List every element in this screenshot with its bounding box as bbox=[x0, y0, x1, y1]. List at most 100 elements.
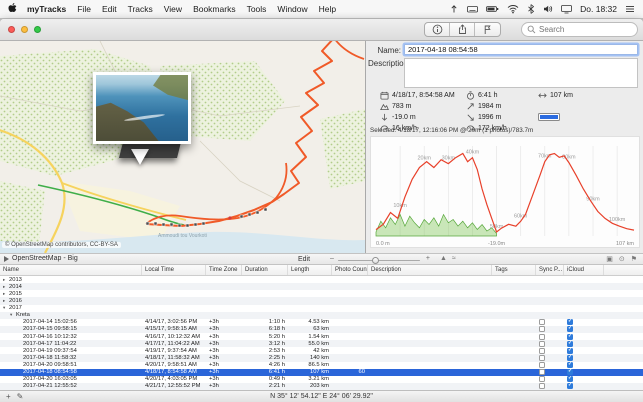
cell bbox=[492, 312, 536, 319]
column-header-local-time[interactable]: Local Time bbox=[142, 265, 206, 275]
zoom-in-icon[interactable]: + bbox=[426, 255, 430, 262]
bluetooth-icon[interactable] bbox=[527, 4, 535, 14]
column-header-time-zone[interactable]: Time Zone bbox=[206, 265, 242, 275]
menu-file[interactable]: File bbox=[77, 4, 91, 14]
icloud-checkbox[interactable]: ✓ bbox=[567, 348, 573, 354]
table-row-2017-04-20 09:58:51[interactable]: 2017-04-20 09:58:514/20/17, 9:58:51 AM+3… bbox=[0, 362, 643, 369]
table-row-2017-04-16 10:12:32[interactable]: 2017-04-16 10:12:324/16/17, 10:12:32 AM+… bbox=[0, 333, 643, 340]
photo-frame[interactable] bbox=[93, 72, 191, 144]
zoom-out-icon[interactable]: – bbox=[330, 255, 334, 262]
column-header-length[interactable]: Length bbox=[288, 265, 332, 275]
table-row-2017-04-19 09:37:54[interactable]: 2017-04-19 09:37:544/19/17, 9:37:54 AM+3… bbox=[0, 347, 643, 354]
elevation-chart[interactable]: 10km20km30km40km50km60km70km80km90km100k… bbox=[370, 136, 640, 248]
track-name-input[interactable] bbox=[404, 44, 638, 55]
sync-checkbox[interactable] bbox=[539, 369, 545, 375]
sync-checkbox[interactable] bbox=[539, 348, 545, 354]
cell bbox=[206, 312, 242, 319]
display-icon[interactable] bbox=[561, 4, 572, 14]
wifi-icon[interactable] bbox=[507, 4, 519, 14]
flag-button[interactable] bbox=[475, 23, 500, 36]
sync-checkbox[interactable] bbox=[539, 326, 545, 332]
edit-mode-button[interactable]: Edit bbox=[298, 256, 310, 263]
table-row-2017-04-14 15:02:56[interactable]: 2017-04-14 15:02:564/14/17, 3:02:56 PM+3… bbox=[0, 319, 643, 326]
column-header-name[interactable]: Name bbox=[0, 265, 142, 275]
table-row-Kreta[interactable]: ▾Kreta bbox=[0, 312, 643, 319]
cell: 4/19/17, 9:37:54 AM bbox=[142, 347, 206, 354]
menu-tracks[interactable]: Tracks bbox=[128, 4, 153, 14]
menu-edit[interactable]: Edit bbox=[102, 4, 117, 14]
notification-center-icon[interactable] bbox=[625, 4, 635, 14]
icloud-checkbox[interactable]: ✓ bbox=[567, 334, 573, 340]
share-button[interactable] bbox=[450, 23, 475, 36]
zoom-button[interactable] bbox=[34, 26, 41, 33]
column-header-tags[interactable]: Tags bbox=[492, 265, 536, 275]
icloud-checkbox[interactable]: ✓ bbox=[567, 383, 573, 389]
photo-popup[interactable] bbox=[93, 72, 197, 150]
table-row-2017-04-20 16:03:05[interactable]: 2017-04-20 16:03:054/20/17, 4:03:05 PM+3… bbox=[0, 376, 643, 383]
track-description-input[interactable] bbox=[404, 58, 638, 88]
sync-checkbox[interactable] bbox=[539, 341, 545, 347]
column-header-icloud[interactable]: iCloud bbox=[564, 265, 604, 275]
menu-help[interactable]: Help bbox=[319, 4, 336, 14]
cell: +3h bbox=[206, 340, 242, 347]
icloud-checkbox[interactable]: ✓ bbox=[567, 376, 573, 382]
speed-profile-toggle-icon[interactable]: ≈ bbox=[452, 255, 456, 262]
menu-window[interactable]: Window bbox=[277, 4, 307, 14]
row-name: 2017-04-17 11:04:22 bbox=[23, 341, 76, 347]
sync-checkbox[interactable] bbox=[539, 383, 545, 389]
menubar-clock[interactable]: Do. 18:32 bbox=[580, 4, 617, 14]
minimize-button[interactable] bbox=[21, 26, 28, 33]
track-color-well[interactable] bbox=[538, 113, 560, 121]
column-header-description[interactable]: Description bbox=[368, 265, 492, 275]
info-button[interactable] bbox=[425, 23, 450, 36]
row-name: 2017-04-21 12:55:52 bbox=[23, 383, 77, 389]
icloud-checkbox[interactable]: ✓ bbox=[567, 319, 573, 325]
table-row-2013[interactable]: ▸2013 bbox=[0, 276, 643, 283]
menu-view[interactable]: View bbox=[164, 4, 182, 14]
column-header-photo-count[interactable]: Photo Count bbox=[332, 265, 368, 275]
sync-checkbox[interactable] bbox=[539, 376, 545, 382]
column-header-duration[interactable]: Duration bbox=[242, 265, 288, 275]
search-input[interactable] bbox=[539, 25, 629, 34]
sync-checkbox[interactable] bbox=[539, 319, 545, 325]
icloud-checkbox[interactable]: ✓ bbox=[567, 341, 573, 347]
table-row-2017-04-17 11:04:22[interactable]: 2017-04-17 11:04:224/17/17, 11:04:22 AM+… bbox=[0, 340, 643, 347]
table-row-2017[interactable]: ▾2017 bbox=[0, 305, 643, 312]
table-row-2015[interactable]: ▸2015 bbox=[0, 290, 643, 297]
icloud-checkbox[interactable]: ✓ bbox=[567, 369, 573, 375]
sync-checkbox[interactable] bbox=[539, 334, 545, 340]
zoom-slider-knob[interactable] bbox=[372, 257, 379, 264]
table-row-2016[interactable]: ▸2016 bbox=[0, 297, 643, 304]
icloud-checkbox[interactable]: ✓ bbox=[567, 326, 573, 332]
info-pane: Name: Description: 4/18/17, 8:54:58 AM 6… bbox=[365, 41, 643, 253]
volume-icon[interactable] bbox=[543, 4, 553, 14]
keyboard-input-icon[interactable] bbox=[467, 4, 478, 14]
battery-icon[interactable] bbox=[486, 4, 499, 14]
icloud-checkbox[interactable]: ✓ bbox=[567, 355, 573, 361]
menu-tools[interactable]: Tools bbox=[247, 4, 267, 14]
mountain-icon bbox=[380, 102, 389, 111]
map-pane[interactable]: Ammoudi tou Vourkoti © OpenStreetMap con… bbox=[0, 41, 365, 253]
apple-menu-icon[interactable] bbox=[8, 2, 18, 16]
table-row-2017-04-21 12:55:52[interactable]: 2017-04-21 12:55:524/21/17, 12:55:52 PM+… bbox=[0, 383, 643, 390]
table-row-2017-04-18 11:58:32[interactable]: 2017-04-18 11:58:324/18/17, 11:58:32 AM+… bbox=[0, 354, 643, 361]
elevation-profile-toggle-icon[interactable]: ▲ bbox=[440, 255, 447, 262]
close-button[interactable] bbox=[8, 26, 15, 33]
column-header-sync-p-[interactable]: Sync P... bbox=[536, 265, 564, 275]
cell: 4/20/17, 4:03:05 PM bbox=[142, 376, 206, 383]
zoom-slider-track[interactable] bbox=[338, 260, 420, 262]
sync-status-icon[interactable] bbox=[449, 4, 459, 14]
menu-bookmarks[interactable]: Bookmarks bbox=[193, 4, 236, 14]
table-row-2017-04-15 09:58:15[interactable]: 2017-04-15 09:58:154/15/17, 9:58:15 AM+3… bbox=[0, 326, 643, 333]
sync-checkbox[interactable] bbox=[539, 362, 545, 368]
waypoint-toggle-icon[interactable]: ⊙ bbox=[619, 255, 625, 263]
map-provider-popup[interactable]: OpenStreetMap - Big bbox=[4, 255, 78, 262]
flag-toggle-icon[interactable]: ⚑ bbox=[631, 255, 637, 263]
photo-toggle-icon[interactable]: ▣ bbox=[606, 255, 613, 263]
table-row-2014[interactable]: ▸2014 bbox=[0, 283, 643, 290]
row-name: 2017-04-18 11:58:32 bbox=[23, 355, 76, 361]
menu-mytracks[interactable]: myTracks bbox=[27, 4, 66, 14]
table-row-2017-04-18 08:54:58[interactable]: 2017-04-18 08:54:584/18/17, 8:54:58 AM+3… bbox=[0, 369, 643, 376]
icloud-checkbox[interactable]: ✓ bbox=[567, 362, 573, 368]
sync-checkbox[interactable] bbox=[539, 355, 545, 361]
